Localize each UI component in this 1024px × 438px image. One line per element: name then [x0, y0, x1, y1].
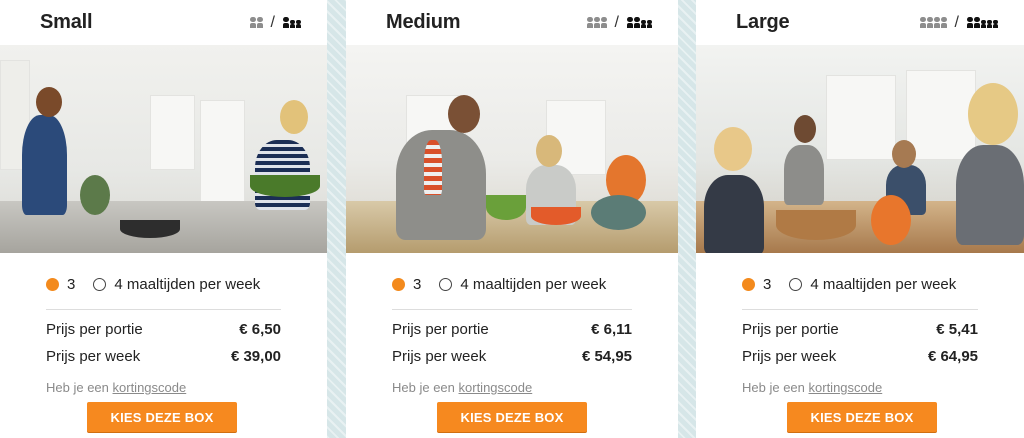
price-label: Prijs per week	[392, 348, 487, 365]
persons-indicator: /	[249, 13, 301, 32]
coupon-prompt: Heb je een kortingscode	[0, 370, 327, 395]
coupon-link[interactable]: kortingscode	[459, 380, 533, 395]
price-table: Prijs per portie € 5,41 Prijs per week €…	[696, 310, 1024, 370]
radio-selected-icon[interactable]	[392, 277, 405, 291]
coupon-link[interactable]: kortingscode	[113, 380, 187, 395]
option-label: 4 maaltijden per week	[810, 275, 957, 293]
card-header: Large /	[696, 0, 1024, 45]
choose-box-button[interactable]: KIES DEZE BOX	[787, 402, 937, 432]
kitchen-photo	[696, 45, 1024, 253]
price-value: € 64,95	[927, 348, 978, 365]
option-label: 3	[763, 275, 772, 293]
option-label: 3	[413, 275, 422, 293]
coupon-prompt: Heb je een kortingscode	[346, 370, 678, 395]
price-value: € 6,50	[239, 321, 281, 338]
plan-card-medium: Medium / 3 4 maaltijden per week Prijs p…	[346, 0, 678, 438]
price-table: Prijs per portie € 6,50 Prijs per week €…	[0, 310, 327, 370]
price-table: Prijs per portie € 6,11 Prijs per week €…	[346, 310, 678, 370]
option-label: 4 maaltijden per week	[114, 275, 261, 293]
family-icon	[627, 17, 652, 28]
coupon-link[interactable]: kortingscode	[809, 380, 883, 395]
three-adults-icon	[586, 17, 607, 28]
price-label: Prijs per week	[46, 348, 141, 365]
price-row-week: Prijs per week € 54,95	[392, 343, 632, 370]
radio-unselected-icon[interactable]	[789, 277, 803, 291]
price-value: € 6,11	[591, 321, 632, 338]
two-adults-icon	[249, 17, 263, 28]
price-label: Prijs per portie	[46, 321, 143, 338]
radio-selected-icon[interactable]	[46, 277, 59, 291]
slash-separator: /	[614, 13, 619, 31]
card-header: Small /	[0, 0, 327, 45]
four-adults-icon	[919, 17, 947, 28]
radio-unselected-icon[interactable]	[93, 277, 107, 291]
plan-name: Large	[736, 11, 790, 33]
option-3-meals[interactable]: 3	[392, 276, 421, 293]
price-label: Prijs per portie	[392, 321, 489, 338]
coupon-prefix: Heb je een	[392, 380, 455, 395]
price-row-week: Prijs per week € 39,00	[46, 343, 281, 370]
family-icon	[967, 17, 998, 28]
slash-separator: /	[270, 13, 275, 31]
choose-box-button[interactable]: KIES DEZE BOX	[437, 402, 587, 432]
option-label: 4 maaltijden per week	[460, 275, 607, 293]
price-row-portion: Prijs per portie € 5,41	[742, 316, 978, 343]
price-value: € 39,00	[230, 348, 281, 365]
price-row-week: Prijs per week € 64,95	[742, 343, 978, 370]
kitchen-photo	[0, 45, 327, 253]
slash-separator: /	[954, 13, 959, 31]
price-value: € 54,95	[581, 348, 632, 365]
price-row-portion: Prijs per portie € 6,11	[392, 316, 632, 343]
coupon-prompt: Heb je een kortingscode	[696, 370, 1024, 395]
card-header: Medium /	[346, 0, 678, 45]
price-label: Prijs per week	[742, 348, 837, 365]
kitchen-photo	[346, 45, 678, 253]
persons-indicator: /	[919, 13, 998, 32]
coupon-prefix: Heb je een	[742, 380, 805, 395]
meals-per-week-options: 3 4 maaltijden per week	[346, 253, 678, 297]
option-4-meals[interactable]: 4 maaltijden per week	[93, 276, 260, 293]
option-4-meals[interactable]: 4 maaltijden per week	[789, 276, 956, 293]
persons-indicator: /	[586, 13, 652, 32]
option-4-meals[interactable]: 4 maaltijden per week	[439, 276, 606, 293]
radio-selected-icon[interactable]	[742, 277, 755, 291]
radio-unselected-icon[interactable]	[439, 277, 453, 291]
plan-card-small: Small / 3 4 maaltijden per week Prijs pe…	[0, 0, 327, 438]
price-label: Prijs per portie	[742, 321, 839, 338]
option-3-meals[interactable]: 3	[46, 276, 75, 293]
price-value: € 5,41	[936, 321, 978, 338]
price-row-portion: Prijs per portie € 6,50	[46, 316, 281, 343]
plan-name: Medium	[386, 11, 461, 33]
coupon-prefix: Heb je een	[46, 380, 109, 395]
plan-card-large: Large / 3 4 maaltijden per week Prijs pe…	[696, 0, 1024, 438]
meals-per-week-options: 3 4 maaltijden per week	[696, 253, 1024, 297]
choose-box-button[interactable]: KIES DEZE BOX	[87, 402, 237, 432]
meals-per-week-options: 3 4 maaltijden per week	[0, 253, 327, 297]
option-3-meals[interactable]: 3	[742, 276, 771, 293]
plan-name: Small	[40, 11, 93, 33]
option-label: 3	[67, 275, 76, 293]
family-icon	[283, 17, 301, 28]
